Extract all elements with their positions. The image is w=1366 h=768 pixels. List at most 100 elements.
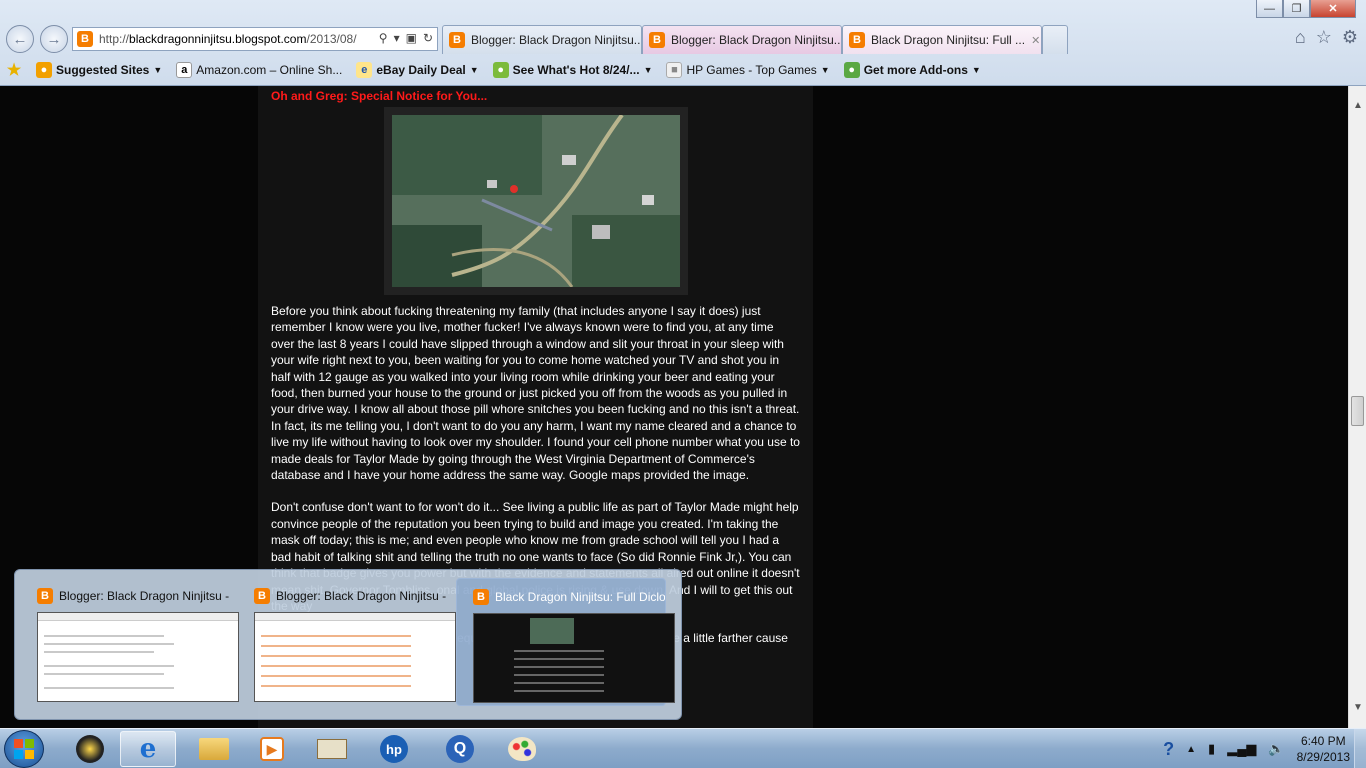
media-player-icon[interactable]: ▶ — [244, 731, 300, 767]
blogger-icon: B — [449, 32, 465, 48]
fav-label: Amazon.com – Online Sh... — [196, 63, 343, 77]
fav-label: See What's Hot 8/24/... — [512, 63, 640, 77]
gear-icon[interactable]: ⚙ — [1342, 27, 1358, 48]
preview-window-1[interactable]: B Blogger: Black Dragon Ninjitsu -... — [21, 578, 239, 706]
satellite-map-image[interactable] — [391, 115, 680, 287]
blogger-icon: B — [254, 588, 270, 604]
preview-title-text: Black Dragon Ninjitsu: Full Diclo... — [495, 590, 665, 604]
home-icon[interactable]: ⌂ — [1295, 27, 1306, 48]
lightbulb-icon: ● — [36, 62, 52, 78]
help-icon[interactable]: ? — [1163, 739, 1174, 760]
fav-hp-games[interactable]: ■ HP Games - Top Games ▼ — [666, 62, 830, 78]
favorites-bar: ★ ● Suggested Sites ▼ a Amazon.com – Onl… — [0, 56, 1366, 84]
system-clock[interactable]: 6:40 PM 8/29/2013 — [1297, 733, 1350, 765]
favorites-icon[interactable]: ★ — [6, 62, 22, 79]
hp-icon[interactable]: hp — [366, 731, 422, 767]
fav-label: Suggested Sites — [56, 63, 150, 77]
clock-time: 6:40 PM — [1300, 734, 1346, 748]
preview-title: B Black Dragon Ninjitsu: Full Diclo... — [473, 589, 665, 605]
ebay-icon: e — [356, 62, 373, 78]
back-button[interactable]: ← — [6, 25, 34, 53]
favorites-star-icon[interactable]: ☆ — [1316, 27, 1332, 48]
fav-label: HP Games - Top Games — [686, 63, 817, 77]
start-button[interactable] — [4, 730, 44, 768]
preview-window-2[interactable]: B Blogger: Black Dragon Ninjitsu -... — [238, 578, 456, 706]
scrollbar-thumb[interactable] — [1351, 396, 1364, 426]
address-tools: ⚲ ▾ ▣ ↻ — [378, 31, 433, 45]
close-window-button[interactable]: ✕ — [1310, 0, 1356, 18]
scroll-up-arrow-icon[interactable]: ▲ — [1349, 96, 1366, 114]
blogger-icon: B — [77, 31, 93, 47]
refresh-icon[interactable]: ↻ — [423, 31, 433, 45]
scroll-down-arrow-icon[interactable]: ▼ — [1349, 698, 1366, 716]
fav-ebay-daily-deal[interactable]: e eBay Daily Deal ▼ — [356, 62, 479, 78]
browser-toolbar-icons: ⌂ ☆ ⚙ — [1295, 27, 1358, 48]
dropdown-arrow-icon: ▼ — [153, 65, 163, 75]
url-text: http://blackdragonninjitsu.blogspot.com/… — [99, 32, 357, 46]
tab-label: Blogger: Black Dragon Ninjitsu... — [671, 33, 842, 47]
clock-date: 8/29/2013 — [1296, 750, 1350, 764]
tab-black-dragon-full[interactable]: B Black Dragon Ninjitsu: Full ... ✕ — [842, 25, 1042, 54]
volume-icon[interactable]: 🔈 — [1268, 741, 1284, 757]
tab-blogger-2[interactable]: B Blogger: Black Dragon Ninjitsu... — [642, 25, 842, 54]
fav-suggested-sites[interactable]: ● Suggested Sites ▼ — [36, 62, 162, 78]
minimize-button[interactable]: — — [1256, 0, 1283, 18]
internet-explorer-icon[interactable]: e — [120, 731, 176, 767]
post-notice-heading: Oh and Greg: Special Notice for You... — [271, 89, 488, 103]
show-desktop-button[interactable] — [1354, 729, 1366, 768]
show-hidden-icons-icon[interactable]: ▲ — [1186, 744, 1196, 755]
web-slice-icon: ● — [492, 62, 509, 78]
forward-button[interactable]: → — [40, 25, 68, 53]
fav-amazon[interactable]: a Amazon.com – Online Sh... — [176, 62, 342, 78]
tab-blogger-1[interactable]: B Blogger: Black Dragon Ninjitsu... — [442, 25, 642, 54]
post-paragraph: Before you think about fucking threateni… — [271, 304, 800, 483]
address-bar[interactable]: B http://blackdragonninjitsu.blogspot.co… — [72, 27, 438, 51]
blogger-icon: B — [473, 589, 489, 605]
dropdown-arrow-icon: ▼ — [820, 65, 830, 75]
preview-thumbnail — [37, 612, 239, 702]
windows-logo-icon — [14, 739, 34, 759]
preview-window-3[interactable]: B Black Dragon Ninjitsu: Full Diclo... — [456, 578, 675, 706]
blogger-icon: B — [37, 588, 53, 604]
satellite-map-graphic — [391, 115, 680, 287]
preview-thumbnail — [473, 613, 675, 703]
preview-title-text: Blogger: Black Dragon Ninjitsu -... — [59, 589, 229, 603]
close-tab-icon[interactable]: ✕ — [1031, 34, 1040, 47]
system-tray: ? ▲ ▮ ▂▄▆ 🔈 6:40 PM 8/29/2013 — [1163, 729, 1350, 768]
fav-label: eBay Daily Deal — [376, 63, 466, 77]
dropdown-arrow-icon: ▼ — [971, 65, 981, 75]
battery-icon[interactable]: ▮ — [1208, 741, 1215, 757]
dropdown-arrow-icon: ▼ — [469, 65, 479, 75]
taskbar: e ▶ hp Q ? ▲ ▮ ▂▄▆ 🔈 6:40 PM 8/29/2013 — [0, 728, 1366, 768]
vertical-scrollbar[interactable]: ▲ ▼ — [1348, 86, 1366, 728]
tab-label: Black Dragon Ninjitsu: Full ... — [871, 33, 1026, 47]
file-explorer-icon[interactable] — [186, 731, 242, 767]
preview-title-text: Blogger: Black Dragon Ninjitsu -... — [276, 589, 446, 603]
fav-get-more-addons[interactable]: ● Get more Add-ons ▼ — [843, 62, 981, 78]
quicktime-icon[interactable]: Q — [432, 731, 488, 767]
taskbar-thumbnail-preview: B Blogger: Black Dragon Ninjitsu -... B … — [14, 569, 682, 720]
fav-label: Get more Add-ons — [863, 63, 968, 77]
fav-see-whats-hot[interactable]: ● See What's Hot 8/24/... ▼ — [492, 62, 653, 78]
new-tab-button[interactable] — [1042, 25, 1068, 54]
navigation-row: ← → B http://blackdragonninjitsu.blogspo… — [0, 24, 1366, 54]
map-image-frame[interactable] — [383, 107, 688, 295]
blogger-icon: B — [849, 32, 865, 48]
dropdown-arrow-icon: ▼ — [643, 65, 653, 75]
blogger-icon: B — [649, 32, 665, 48]
compatibility-icon[interactable]: ▣ — [406, 31, 417, 45]
dropdown-arrow-icon[interactable]: ▾ — [394, 31, 400, 45]
search-icon[interactable]: ⚲ — [379, 31, 388, 45]
restore-button[interactable]: ❐ — [1283, 0, 1310, 18]
paint-icon[interactable] — [494, 731, 550, 767]
window-controls: — ❐ ✕ — [1256, 0, 1356, 18]
hp-games-icon: ■ — [666, 62, 683, 78]
media-center-icon[interactable] — [62, 731, 118, 767]
presentation-icon[interactable] — [304, 731, 360, 767]
tab-label: Blogger: Black Dragon Ninjitsu... — [471, 33, 642, 47]
amazon-icon: a — [176, 62, 193, 78]
addons-icon: ● — [843, 62, 860, 78]
network-signal-icon[interactable]: ▂▄▆ — [1227, 741, 1256, 757]
preview-title: B Blogger: Black Dragon Ninjitsu -... — [254, 588, 446, 604]
preview-thumbnail — [254, 612, 456, 702]
